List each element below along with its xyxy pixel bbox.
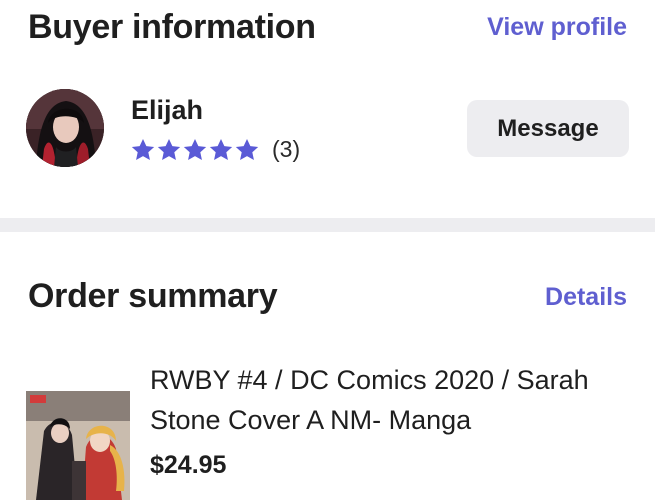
view-profile-link[interactable]: View profile (487, 13, 627, 42)
buyer-name: Elijah (131, 95, 204, 125)
item-thumbnail[interactable] (26, 391, 130, 500)
buyer-information-section: Buyer information View profile Elijah (3… (0, 0, 655, 218)
star-icon (130, 137, 156, 163)
comic-cover-image (26, 391, 130, 500)
buyer-rating: (3) (130, 136, 300, 163)
rating-stars (130, 137, 260, 163)
buyer-avatar[interactable] (26, 89, 104, 167)
star-icon (234, 137, 260, 163)
avatar-image (26, 89, 104, 167)
details-link[interactable]: Details (545, 283, 627, 312)
star-icon (156, 137, 182, 163)
rating-count[interactable]: (3) (272, 136, 300, 163)
order-summary-section: Order summary Details RWBY #4 / DC Comic… (0, 232, 655, 500)
message-button[interactable]: Message (467, 100, 629, 157)
item-title[interactable]: RWBY #4 / DC Comics 2020 / Sarah Stone C… (150, 360, 640, 440)
section-divider (0, 218, 655, 232)
star-icon (182, 137, 208, 163)
star-icon (208, 137, 234, 163)
buyer-section-title: Buyer information (28, 8, 316, 46)
item-price: $24.95 (150, 451, 227, 479)
order-section-title: Order summary (28, 277, 278, 315)
